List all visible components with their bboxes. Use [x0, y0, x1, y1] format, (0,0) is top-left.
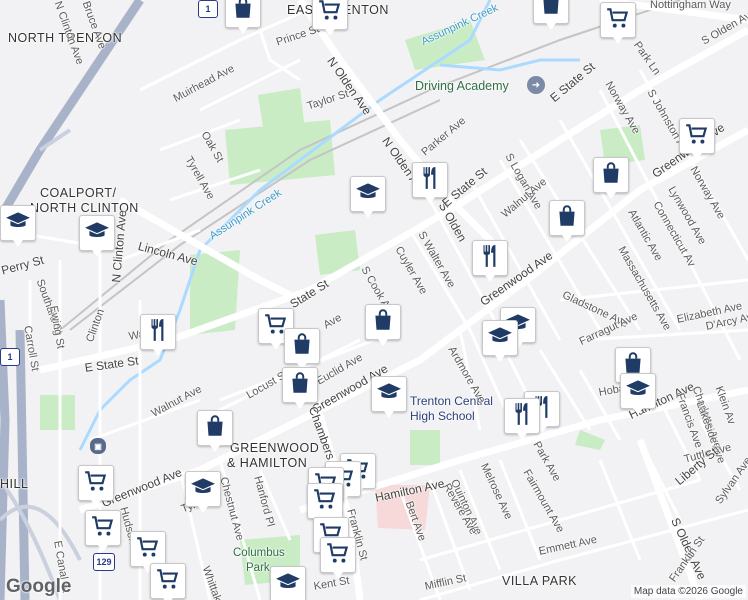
shopping-cart-icon — [325, 540, 351, 571]
school-marker[interactable] — [620, 373, 656, 415]
shopping-bag-marker[interactable] — [197, 410, 233, 452]
restaurant-marker[interactable] — [504, 398, 540, 440]
shopping-cart-marker[interactable] — [600, 2, 636, 44]
shopping-cart-marker[interactable] — [85, 510, 121, 552]
shopping-cart-marker[interactable] — [150, 563, 186, 600]
shopping-cart-icon — [90, 513, 116, 544]
train-station-icon[interactable]: ▣ — [90, 438, 106, 454]
shopping-cart-icon — [83, 468, 109, 499]
google-logo[interactable]: Google — [6, 576, 71, 598]
shopping-cart-marker[interactable] — [307, 483, 343, 525]
shopping-bag-marker[interactable] — [282, 367, 318, 409]
school-marker[interactable] — [79, 215, 115, 257]
route-129-shield: 129 — [93, 553, 115, 571]
shopping-bag-marker[interactable] — [225, 0, 261, 34]
restaurant-icon — [417, 165, 443, 196]
shopping-cart-icon — [317, 0, 343, 28]
school-icon — [625, 376, 651, 407]
school-icon — [355, 179, 381, 210]
shopping-bag-icon — [287, 370, 313, 401]
restaurant-icon — [509, 401, 535, 432]
driving-academy-icon[interactable]: ➜ — [527, 76, 545, 94]
shopping-cart-icon — [605, 5, 631, 36]
school-icon — [84, 218, 110, 249]
neighborhood-greenwood: GREENWOOD — [230, 441, 320, 455]
shopping-bag-icon — [370, 307, 396, 338]
school-icon — [487, 323, 513, 354]
shopping-bag-marker[interactable] — [284, 328, 320, 370]
restaurant-icon — [145, 317, 171, 348]
shopping-cart-marker[interactable] — [312, 0, 348, 36]
shopping-cart-icon — [312, 486, 338, 517]
place-driving-academy[interactable]: Driving Academy — [415, 80, 509, 93]
restaurant-marker[interactable] — [140, 314, 176, 356]
school-icon — [275, 569, 301, 600]
neighborhood-coalport: COALPORT/ — [40, 186, 117, 200]
route-1-shield-left: 1 — [0, 348, 20, 366]
school-icon — [5, 208, 31, 239]
shopping-cart-marker[interactable] — [130, 531, 166, 573]
shopping-bag-icon — [230, 0, 256, 26]
neighborhood-hamilton: & HAMILTON — [227, 456, 308, 470]
shopping-bag-marker[interactable] — [533, 0, 569, 30]
route-1-shield-top: 1 — [198, 0, 218, 18]
shopping-bag-marker[interactable] — [365, 304, 401, 346]
place-columbus-park-2[interactable]: Park — [246, 562, 270, 575]
school-marker[interactable] — [371, 376, 407, 418]
place-columbus-park-1[interactable]: Columbus — [233, 547, 285, 560]
place-trenton-central-2[interactable]: High School — [410, 410, 475, 422]
school-marker[interactable] — [185, 471, 221, 513]
neighborhood-hill: HILL — [0, 477, 29, 491]
shopping-cart-marker[interactable] — [679, 118, 715, 160]
shopping-cart-icon — [684, 121, 710, 152]
school-icon — [376, 379, 402, 410]
shopping-bag-marker[interactable] — [593, 157, 629, 199]
neighborhood-villa-park: VILLA PARK — [502, 574, 577, 588]
map-attribution[interactable]: Map data ©2026 Google — [630, 585, 746, 598]
school-marker[interactable] — [0, 205, 36, 247]
shopping-bag-icon — [554, 203, 580, 234]
school-marker[interactable] — [350, 176, 386, 218]
school-icon — [190, 474, 216, 505]
restaurant-marker[interactable] — [472, 240, 508, 282]
street-label: Nottingham Way — [650, 0, 731, 11]
map-canvas[interactable]: 1 1 129 ▣ EAST TRENTON NORTH TRENTON COA… — [0, 0, 748, 600]
shopping-cart-icon — [155, 566, 181, 597]
school-marker[interactable] — [270, 566, 306, 600]
shopping-bag-icon — [202, 413, 228, 444]
shopping-bag-icon — [538, 0, 564, 22]
shopping-bag-icon — [598, 160, 624, 191]
restaurant-marker[interactable] — [412, 162, 448, 204]
school-marker[interactable] — [482, 320, 518, 362]
shopping-cart-marker[interactable] — [320, 537, 356, 579]
restaurant-icon — [477, 243, 503, 274]
shopping-cart-icon — [135, 534, 161, 565]
shopping-cart-marker[interactable] — [78, 465, 114, 507]
shopping-bag-marker[interactable] — [549, 200, 585, 242]
shopping-bag-icon — [289, 331, 315, 362]
